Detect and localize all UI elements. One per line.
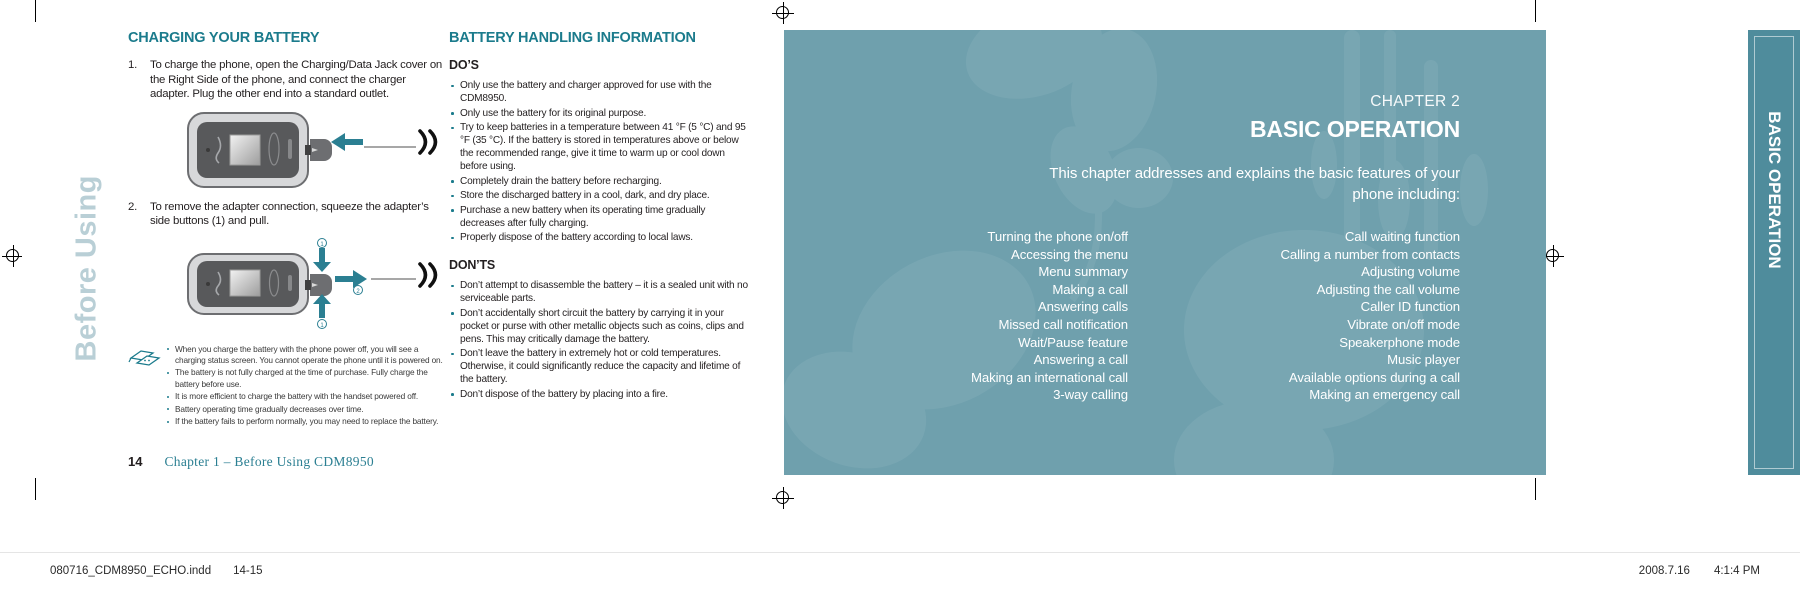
heading-donts: DON’TS	[449, 258, 496, 272]
chapter-side-tab: BASIC OPERATION	[1748, 30, 1800, 475]
feature-item: Wait/Pause feature	[1018, 334, 1128, 350]
registration-mark-left	[2, 245, 24, 267]
chapter-label: CHAPTER 2	[1370, 93, 1460, 110]
spread-canvas: Before Using CHARGING YOUR BATTERY 1. To…	[0, 0, 1800, 589]
feature-item: Menu summary	[1038, 264, 1128, 280]
feature-column-left: Turning the phone on/off Accessing the m…	[830, 228, 1128, 404]
indesign-status-bar: 080716_CDM8950_ECHO.indd 14-15 2008.7.16…	[0, 552, 1800, 589]
charging-step-1: 1. To charge the phone, open the Chargin…	[128, 58, 448, 102]
phone-with-charger-adapter-illustration	[128, 109, 448, 191]
chapter-side-tab-label: BASIC OPERATION	[1765, 111, 1784, 269]
heading-dos: DO’S	[449, 58, 479, 72]
registration-mark-top	[772, 2, 794, 24]
crop-mark-bottom-left	[35, 478, 36, 500]
charging-step-2: 2. To remove the adapter connection, squ…	[128, 200, 448, 229]
heading-battery-handling-information: BATTERY HANDLING INFORMATION	[449, 30, 696, 46]
feature-item: Making an emergency call	[1309, 387, 1460, 403]
dos-item: Try to keep batteries in a temperature b…	[449, 121, 749, 173]
status-bar-left: 080716_CDM8950_ECHO.indd 14-15	[50, 565, 263, 577]
note-list: When you charge the battery with the pho…	[166, 344, 448, 428]
pull-arrow	[335, 269, 367, 288]
feature-item: Available options during a call	[1288, 369, 1460, 385]
crop-mark-bottom-right	[1535, 478, 1536, 500]
dos-item: Store the discharged battery in a cool, …	[449, 189, 749, 202]
note-item: If the battery fails to perform normally…	[166, 416, 448, 427]
step-2-text: To remove the adapter connection, squeez…	[150, 200, 429, 228]
note-item: The battery is not fully charged at the …	[166, 367, 448, 390]
dos-item: Only use the battery and charger approve…	[449, 79, 749, 105]
column-charging-your-battery: CHARGING YOUR BATTERY 1. To charge the p…	[128, 30, 448, 428]
chapter-intro: This chapter addresses and explains the …	[1049, 165, 1460, 203]
charging-steps-list: 1. To charge the phone, open the Chargin…	[128, 58, 448, 102]
feature-item: Adjusting the call volume	[1316, 281, 1460, 297]
donts-item: Don’t accidentally short circuit the bat…	[449, 307, 749, 346]
crop-mark-top-left	[35, 0, 36, 22]
charger-arrow	[331, 132, 363, 151]
donts-list: Don’t attempt to disassemble the battery…	[449, 279, 749, 401]
feature-item: Missed call notification	[998, 316, 1128, 332]
note-item: When you charge the battery with the pho…	[166, 344, 448, 367]
feature-item: Calling a number from contacts	[1280, 246, 1460, 262]
feature-item: Making an international call	[970, 369, 1128, 385]
feature-item: Vibrate on/off mode	[1347, 316, 1460, 332]
document-date: 2008.7.16	[1638, 565, 1690, 577]
dos-item: Completely drain the battery before rech…	[449, 175, 749, 188]
removal-steps-list: 2. To remove the adapter connection, squ…	[128, 200, 448, 229]
note-block: When you charge the battery with the pho…	[128, 344, 448, 428]
squeeze-arrow-bottom	[313, 293, 331, 318]
left-page-vertical-title: Before Using	[70, 175, 103, 362]
note-item: It is more efficient to charge the batte…	[166, 391, 448, 402]
note-item: Battery operating time gradually decreas…	[166, 404, 448, 415]
document-time: 4:1:4 PM	[1713, 565, 1760, 577]
step-1-text: To charge the phone, open the Charging/D…	[150, 59, 443, 100]
feature-item: 3-way calling	[1053, 387, 1128, 403]
squeeze-arrow-top	[313, 247, 331, 272]
feature-item: Accessing the menu	[1011, 246, 1128, 262]
right-page: CHAPTER 2 BASIC OPERATION This chapter a…	[784, 30, 1546, 475]
document-file-name: 080716_CDM8950_ECHO.indd	[50, 565, 212, 577]
document-page-range: 14-15	[233, 565, 263, 577]
dos-list: Only use the battery and charger approve…	[449, 79, 749, 244]
dos-item: Only use the battery for its original pu…	[449, 107, 749, 120]
donts-item: Don’t dispose of the battery by placing …	[449, 388, 749, 401]
feature-item: Music player	[1387, 352, 1460, 368]
feature-item: Adjusting volume	[1361, 264, 1460, 280]
feature-item: Answering a call	[1033, 352, 1129, 368]
chapter-title: BASIC OPERATION	[1250, 116, 1460, 142]
page-number: 14	[128, 454, 143, 469]
feature-item: Caller ID function	[1360, 299, 1460, 315]
left-page: Before Using CHARGING YOUR BATTERY 1. To…	[22, 30, 776, 475]
heading-charging-your-battery: CHARGING YOUR BATTERY	[128, 30, 320, 46]
feature-item: Answering calls	[1037, 299, 1128, 315]
feature-item: Making a call	[1052, 281, 1128, 297]
left-page-footer: 14 Chapter 1 – Before Using CDM8950	[128, 454, 374, 470]
note-cards-icon	[128, 346, 162, 368]
feature-item: Turning the phone on/off	[987, 229, 1128, 244]
column-battery-handling-information: BATTERY HANDLING INFORMATION DO’S Only u…	[449, 30, 749, 402]
phone-adapter-removal-illustration: 1 1 2	[128, 236, 448, 331]
feature-item: Call waiting function	[1344, 229, 1460, 244]
step-2-number: 2.	[128, 200, 138, 213]
donts-item: Don’t attempt to disassemble the battery…	[449, 279, 749, 305]
feature-item: Speakerphone mode	[1339, 334, 1460, 350]
registration-mark-bottom	[772, 487, 794, 509]
step-1-number: 1.	[128, 59, 138, 71]
dos-item: Properly dispose of the battery accordin…	[449, 231, 749, 244]
dos-item: Purchase a new battery when its operatin…	[449, 204, 749, 230]
feature-column-right: Call waiting function Calling a number f…	[1162, 228, 1460, 404]
chapter-feature-columns: Turning the phone on/off Accessing the m…	[830, 228, 1460, 404]
crop-mark-top-right	[1535, 0, 1536, 22]
running-head: Chapter 1 – Before Using CDM8950	[164, 454, 374, 469]
donts-item: Don’t leave the battery in extremely hot…	[449, 347, 749, 386]
status-bar-right: 2008.7.16 4:1:4 PM	[1639, 565, 1760, 577]
